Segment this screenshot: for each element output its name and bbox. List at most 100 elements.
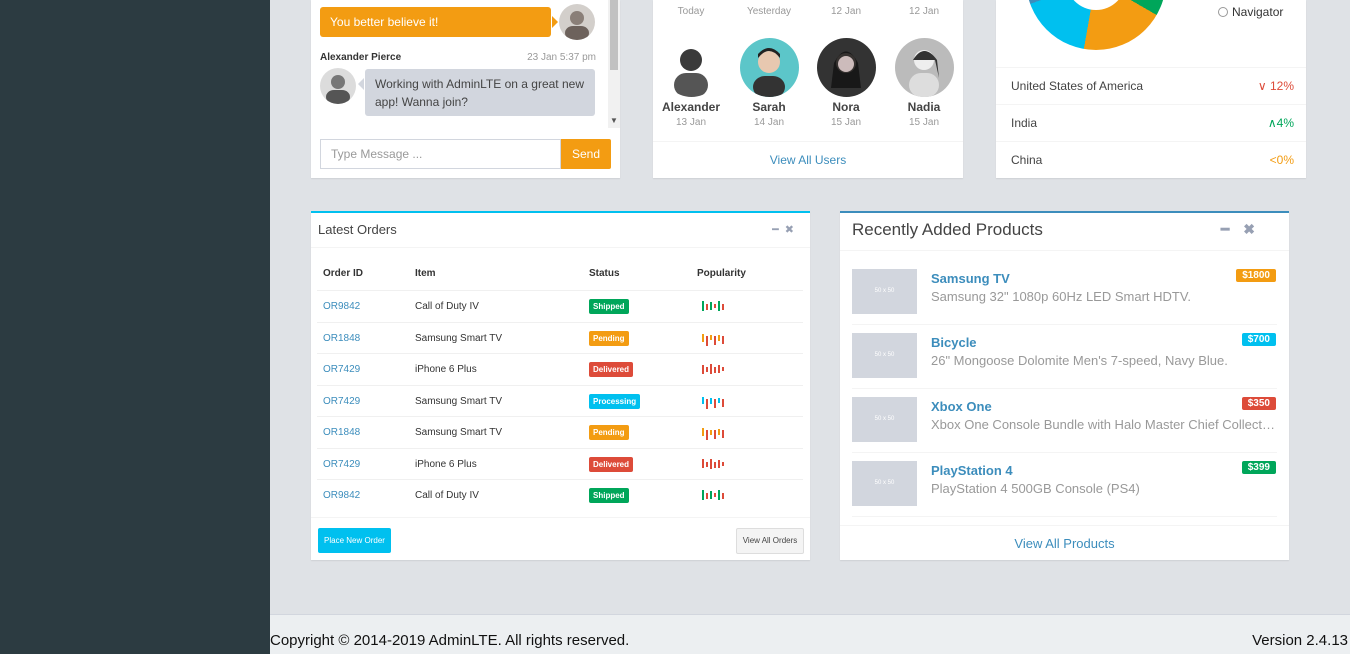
user-item[interactable]: Sarah 14 Jan	[734, 38, 804, 128]
box-title: Recently Added Products	[852, 220, 1043, 239]
legend-item: Navigator	[1218, 5, 1283, 19]
order-id-link[interactable]: OR7429	[323, 459, 360, 470]
order-id-link[interactable]: OR1848	[323, 427, 360, 438]
order-item: Samsung Smart TV	[415, 427, 503, 438]
user-date: 15 Jan	[908, 117, 940, 128]
country-row[interactable]: China <0%	[996, 141, 1306, 178]
avatar	[559, 4, 595, 40]
avatar	[816, 38, 876, 97]
order-id-link[interactable]: OR7429	[323, 396, 360, 407]
order-item: Call of Duty IV	[415, 301, 479, 312]
browser-usage-box: Navigator United States of America ∨ 12%…	[996, 0, 1306, 178]
product-item: 50 x 50 Xbox One $350 Xbox One Console Bund…	[852, 388, 1277, 453]
chevron-up-icon: ∧	[1267, 116, 1277, 130]
product-description: Xbox One Console Bundle with Halo Master…	[931, 417, 1276, 432]
price-badge: $350	[1241, 397, 1276, 410]
direct-chat-box: You better believe it! Alexander Pierce …	[311, 0, 620, 178]
user-name: Nadia	[907, 100, 941, 114]
collapse-icon[interactable]: ━	[772, 224, 785, 236]
status-badge: Pending	[589, 425, 629, 440]
sparkline-icon	[702, 456, 728, 472]
footer: Copyright © 2014-2019 AdminLTE. All righ…	[270, 614, 1350, 654]
message-input[interactable]: Type Message ...	[320, 139, 561, 169]
user-date: 13 Jan	[675, 117, 707, 128]
table-row: OR1848 Samsung Smart TV Pending	[317, 321, 803, 354]
place-new-order-button[interactable]: Place New Order	[318, 528, 391, 553]
user-date: 12 Jan	[908, 6, 940, 17]
country-percent: ∧4%	[1267, 116, 1294, 130]
user-date: 15 Jan	[830, 117, 862, 128]
table-row: OR7429 iPhone 6 Plus Delivered	[317, 447, 803, 480]
chat-scrollbar[interactable]: ▼	[608, 0, 620, 128]
product-image: 50 x 50	[852, 461, 917, 506]
country-name: India	[1011, 116, 1038, 130]
send-button[interactable]: Send	[561, 139, 611, 169]
close-icon[interactable]: ✖	[1243, 221, 1269, 237]
country-row[interactable]: India ∧4%	[996, 104, 1306, 141]
avatar	[739, 38, 799, 97]
country-percent: <0%	[1269, 153, 1294, 167]
recent-products-box: Recently Added Products ━✖ 50 x 50 Samsun…	[840, 211, 1289, 560]
product-item: 50 x 50 Bicycle $700 26" Mongoose Dolomite …	[852, 324, 1277, 389]
chevron-down-icon: ∨	[1257, 79, 1267, 93]
user-name: Nora	[832, 100, 860, 114]
view-all-orders-button[interactable]: View All Orders	[736, 528, 804, 554]
user-name: Sarah	[752, 100, 786, 114]
order-id-link[interactable]: OR9842	[323, 301, 360, 312]
country-row[interactable]: United States of America ∨ 12%	[996, 67, 1306, 104]
chevron-down-icon[interactable]: ▼	[610, 116, 618, 125]
product-name-link[interactable]: Bicycle	[931, 335, 977, 350]
column-header: Item	[415, 268, 436, 279]
order-item: Samsung Smart TV	[415, 395, 503, 407]
close-icon[interactable]: ✖	[785, 224, 800, 236]
donut-chart	[1026, 0, 1166, 50]
chat-message-self: You better believe it!	[320, 7, 558, 37]
scroll-thumb[interactable]	[610, 0, 618, 70]
copyright-text: Copyright © 2014-2019 AdminLTE. All righ…	[270, 632, 630, 649]
order-item: Call of Duty IV	[415, 490, 479, 501]
sparkline-icon	[702, 424, 728, 440]
sparkline-icon	[702, 330, 728, 346]
sparkline-icon	[702, 487, 728, 503]
price-badge: $700	[1241, 333, 1276, 346]
product-name-link[interactable]: PlayStation 4	[931, 463, 1013, 478]
country-name: China	[1011, 153, 1043, 167]
user-item[interactable]: Nadia 15 Jan	[889, 38, 959, 128]
status-badge: Delivered	[589, 456, 634, 472]
legend-label: Navigator	[1232, 5, 1284, 19]
product-description: 26" Mongoose Dolomite Men's 7-speed, Nav…	[931, 353, 1228, 368]
product-item: 50 x 50 Samsung TV $1800 Samsung 32" 1080p …	[852, 260, 1277, 325]
table-row: OR9842 Call of Duty IV Shipped	[317, 290, 803, 322]
table-row: OR7429 Samsung Smart TV Processing	[317, 384, 803, 417]
collapse-icon[interactable]: ━	[1221, 221, 1243, 237]
user-date: Today	[677, 6, 705, 17]
country-name: United States of America	[1011, 79, 1144, 93]
order-id-link[interactable]: OR9842	[323, 490, 360, 501]
user-item[interactable]: Nora 15 Jan	[811, 38, 881, 128]
user-item[interactable]: Alexander 13 Jan	[656, 38, 726, 128]
table-row: OR7429 iPhone 6 Plus Delivered	[317, 353, 803, 385]
view-all-products-link[interactable]: View All Products	[840, 525, 1289, 561]
column-header: Popularity	[697, 268, 746, 279]
avatar	[894, 38, 954, 97]
latest-orders-box: Latest Orders ━✖ Order ID Item Status Po…	[311, 211, 810, 560]
status-badge: Pending	[589, 330, 629, 346]
chat-sender-name: Alexander Pierce	[320, 52, 402, 63]
status-badge: Shipped	[589, 299, 629, 314]
sidebar	[0, 0, 270, 654]
price-badge: $399	[1241, 461, 1276, 474]
order-id-link[interactable]: OR1848	[323, 333, 360, 344]
box-tools: ━✖	[1221, 221, 1269, 238]
price-badge: $1800	[1236, 269, 1276, 282]
product-name-link[interactable]: Xbox One	[931, 399, 992, 414]
product-name-link[interactable]: Samsung TV	[931, 271, 1010, 286]
order-id-link[interactable]: OR7429	[323, 364, 360, 375]
order-item: iPhone 6 Plus	[415, 458, 477, 470]
column-header: Status	[589, 268, 620, 279]
country-percent: ∨ 12%	[1257, 79, 1294, 93]
product-image: 50 x 50	[852, 397, 917, 442]
view-all-users-link[interactable]: View All Users	[653, 141, 963, 179]
circle-icon	[1218, 7, 1228, 17]
table-row: OR1848 Samsung Smart TV Pending	[317, 416, 803, 448]
product-description: PlayStation 4 500GB Console (PS4)	[931, 481, 1140, 496]
